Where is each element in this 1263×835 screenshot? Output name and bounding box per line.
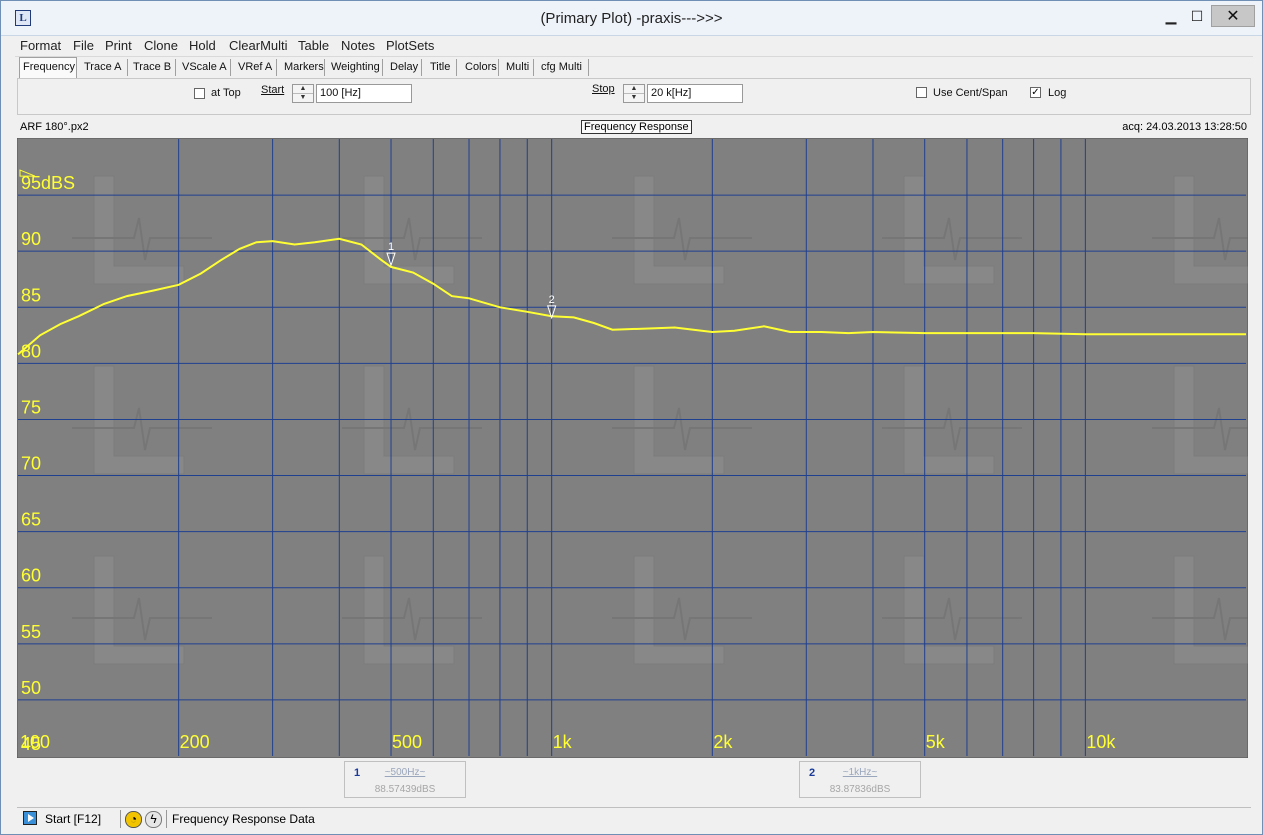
y-tick-label: 90	[21, 229, 41, 249]
start-spinner[interactable]: ▲ ▼	[292, 84, 314, 103]
start-button-label[interactable]: Start [F12]	[45, 812, 101, 826]
menu-clone[interactable]: Clone	[144, 38, 178, 53]
clock-icon[interactable]: ◔	[125, 811, 142, 828]
frequency-controls: at Top Start ▲ ▼ 100 [Hz] Stop ▲ ▼ 20 k[…	[17, 78, 1251, 115]
plot-background	[17, 138, 1248, 758]
marker-readouts: 1 ~500Hz~ 88.57439dBS 2 ~1kHz~ 83.87836d…	[17, 761, 1251, 805]
spin-up-icon[interactable]: ▲	[293, 85, 313, 94]
lightning-icon[interactable]: ϟ	[145, 811, 162, 828]
tab-markers[interactable]: Markers	[281, 59, 325, 76]
status-bar: Start [F12] ◔ ϟ Frequency Response Data	[17, 807, 1251, 830]
cent-span-checkbox[interactable]	[916, 87, 927, 98]
stop-label[interactable]: Stop	[592, 83, 615, 95]
cent-span-label: Use Cent/Span	[933, 87, 1008, 99]
minimize-button[interactable]: ▁	[1159, 5, 1183, 27]
menu-clearmulti[interactable]: ClearMulti	[229, 38, 288, 53]
spin-up-icon[interactable]: ▲	[624, 85, 644, 94]
spin-down-icon[interactable]: ▼	[293, 94, 313, 102]
title-bar: L (Primary Plot) -praxis--->>> ▁ ☐ ✕	[1, 1, 1262, 36]
start-input[interactable]: 100 [Hz]	[316, 84, 412, 103]
menu-bar: Format File Print Clone Hold ClearMulti …	[15, 36, 1253, 57]
y-tick-label: 85	[21, 285, 41, 305]
x-tick-label: 100	[20, 732, 50, 752]
y-tick-label: 60	[21, 566, 41, 586]
y-tick-label: 55	[21, 622, 41, 642]
tab-title[interactable]: Title	[427, 59, 457, 76]
tab-trace-a[interactable]: Trace A	[81, 59, 128, 76]
marker-frequency: ~1kHz~	[842, 767, 878, 778]
y-tick-label: 70	[21, 454, 41, 474]
plot-title[interactable]: Frequency Response	[581, 120, 692, 134]
x-tick-label: 5k	[926, 732, 946, 752]
menu-print[interactable]: Print	[105, 38, 132, 53]
tab-weighting[interactable]: Weighting	[328, 59, 383, 76]
tab-delay[interactable]: Delay	[387, 59, 422, 76]
spin-down-icon[interactable]: ▼	[624, 94, 644, 102]
frequency-response-plot[interactable]: 95dBS90858075706560555045100 200 500 1k 2k 5k…	[17, 138, 1248, 758]
marker-2-readout[interactable]: 2 ~1kHz~ 83.87836dBS	[799, 761, 921, 798]
maximize-button[interactable]: ☐	[1185, 5, 1209, 27]
marker-1-readout[interactable]: 1 ~500Hz~ 88.57439dBS	[344, 761, 466, 798]
stop-spinner[interactable]: ▲ ▼	[623, 84, 645, 103]
x-tick-label: 2k	[713, 732, 733, 752]
log-label: Log	[1048, 87, 1067, 99]
x-tick-label: 200	[180, 732, 210, 752]
marker-level: 83.87836dBS	[829, 784, 891, 795]
y-tick-label: 65	[21, 510, 41, 530]
tab-frequency[interactable]: Frequency	[19, 57, 77, 78]
acquisition-time: acq: 24.03.2013 13:28:50	[1122, 121, 1247, 133]
x-tick-label: 1k	[553, 732, 573, 752]
status-separator	[166, 810, 167, 828]
status-text: Frequency Response Data	[172, 812, 315, 826]
y-tick-label: 75	[21, 397, 41, 417]
plot-info-bar: ARF 180°.px2 Frequency Response acq: 24.…	[17, 118, 1251, 138]
log-checkbox[interactable]: ✓	[1030, 87, 1041, 98]
close-button[interactable]: ✕	[1211, 5, 1255, 27]
menu-notes[interactable]: Notes	[341, 38, 375, 53]
tab-vref-a[interactable]: VRef A	[235, 59, 277, 76]
marker-label: 2	[549, 294, 555, 306]
window-title: (Primary Plot) -praxis--->>>	[540, 10, 723, 27]
x-tick-label: 10k	[1086, 732, 1116, 752]
menu-table[interactable]: Table	[298, 38, 329, 53]
tab-colors[interactable]: Colors	[462, 59, 499, 76]
tab-multi[interactable]: Multi	[503, 59, 534, 76]
app-window: L (Primary Plot) -praxis--->>> ▁ ☐ ✕ For…	[0, 0, 1263, 835]
at-top-label: at Top	[211, 87, 241, 99]
stop-input[interactable]: 20 k[Hz]	[647, 84, 743, 103]
marker-label: 1	[388, 241, 394, 253]
marker-frequency: ~500Hz~	[384, 767, 426, 778]
status-separator	[120, 810, 121, 828]
x-tick-label: 500	[392, 732, 422, 752]
at-top-checkbox[interactable]	[194, 88, 205, 99]
tab-vscale-a[interactable]: VScale A	[179, 59, 231, 76]
tab-strip: Frequency Trace A Trace B VScale A VRef …	[17, 57, 1251, 78]
menu-plotsets[interactable]: PlotSets	[386, 38, 434, 53]
menu-format[interactable]: Format	[20, 38, 61, 53]
start-label[interactable]: Start	[261, 84, 284, 96]
marker-level: 88.57439dBS	[374, 784, 436, 795]
menu-hold[interactable]: Hold	[189, 38, 216, 53]
menu-file[interactable]: File	[73, 38, 94, 53]
start-play-icon[interactable]	[23, 811, 37, 825]
file-name: ARF 180°.px2	[20, 121, 89, 133]
tab-cfg-multi[interactable]: cfg Multi	[538, 59, 589, 76]
tab-trace-b[interactable]: Trace B	[130, 59, 176, 76]
y-tick-label: 50	[21, 678, 41, 698]
